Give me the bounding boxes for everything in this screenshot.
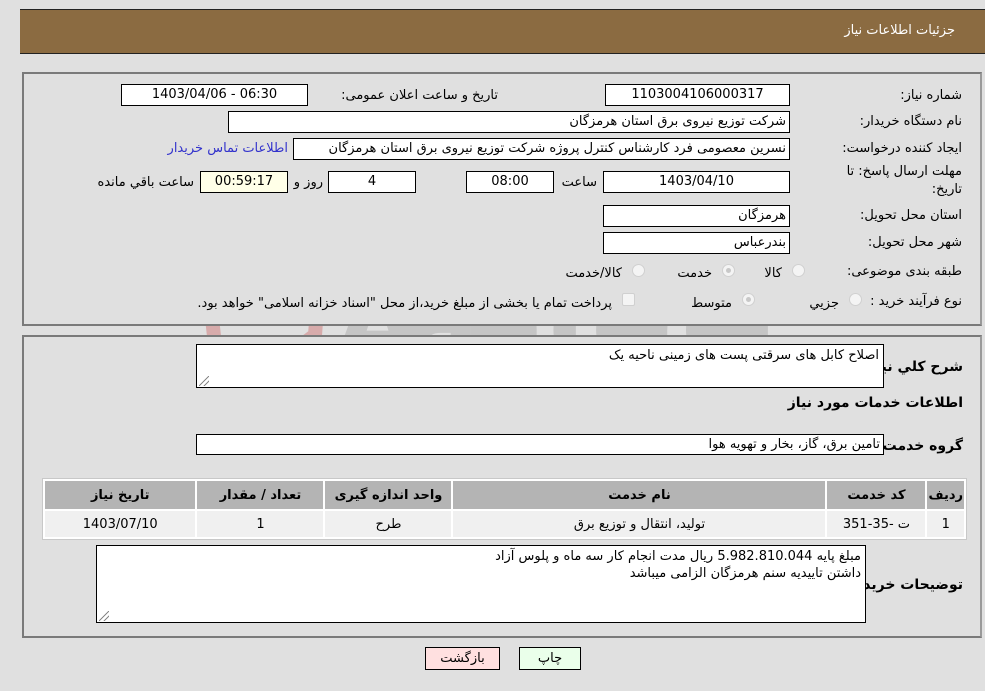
table-header-row: ردیف کد خدمت نام خدمت واحد اندازه گیری ت… — [45, 481, 964, 509]
col-header-row-number: ردیف — [927, 481, 964, 509]
announce-date-label: تاریخ و ساعت اعلان عمومی: — [341, 88, 498, 103]
service-group-field: تامین برق، گاز، بخار و تهویه هوا — [196, 434, 884, 455]
creator-field: نسرین معصومی فرد کارشناس کنترل پروژه شرک… — [293, 138, 790, 160]
category-radio-goods[interactable] — [792, 264, 805, 277]
category-option-goods: کالا — [764, 266, 782, 281]
cell-service-code: ت -35-351 — [827, 511, 926, 537]
category-radio-goods-service[interactable] — [632, 264, 645, 277]
summary-text: اصلاح کابل های سرقتی پست های زمینی ناحیه… — [608, 348, 879, 363]
services-section-title: اطلاعات خدمات مورد نیاز — [787, 395, 963, 411]
province-label: استان محل تحویل: — [860, 208, 962, 223]
need-details-panel: شماره نیاز: 1103004106000317 تاریخ و ساع… — [22, 72, 982, 326]
page-header: جزئیات اطلاعات نیاز — [20, 9, 985, 54]
need-number-label: شماره نیاز: — [900, 88, 962, 103]
category-option-service: خدمت — [677, 266, 712, 281]
need-number-field: 1103004106000317 — [605, 84, 790, 106]
col-header-service-code: کد خدمت — [827, 481, 926, 509]
process-option-medium: متوسط — [691, 296, 732, 311]
buyer-org-field: شرکت توزیع نیروی برق استان هرمزگان — [228, 111, 790, 133]
city-label: شهر محل تحویل: — [867, 235, 962, 250]
col-header-unit: واحد اندازه گیری — [325, 481, 452, 509]
page-title: جزئیات اطلاعات نیاز — [844, 23, 955, 38]
cell-unit: طرح — [325, 511, 452, 537]
buyer-contact-link[interactable]: اطلاعات تماس خریدار — [168, 141, 288, 156]
cell-service-name: تولید، انتقال و توزیع برق — [453, 511, 826, 537]
col-header-service-name: نام خدمت — [453, 481, 826, 509]
remaining-time-label: ساعت باقي مانده — [97, 175, 194, 190]
cell-need-date: 1403/07/10 — [45, 511, 196, 537]
buyer-notes-line2: داشتن تاییدیه سنم هرمزگان الزامی میباشد — [629, 566, 861, 581]
cell-quantity: 1 — [197, 511, 324, 537]
category-option-goods-service: کالا/خدمت — [565, 266, 622, 281]
services-table: ردیف کد خدمت نام خدمت واحد اندازه گیری ت… — [42, 478, 967, 540]
table-row: 1 ت -35-351 تولید، انتقال و توزیع برق طر… — [45, 511, 964, 537]
summary-textarea[interactable]: اصلاح کابل های سرقتی پست های زمینی ناحیه… — [196, 344, 884, 388]
buyer-org-label: نام دستگاه خریدار: — [859, 114, 962, 129]
process-radio-minor[interactable] — [849, 293, 862, 306]
days-remaining-field: 4 — [328, 171, 416, 193]
print-button[interactable]: چاپ — [519, 647, 581, 670]
buyer-notes-textarea[interactable]: مبلغ پایه 5.982.810.044 ریال مدت انجام ک… — [96, 545, 866, 623]
deadline-date-field: 1403/04/10 — [603, 171, 790, 193]
province-field: هرمزگان — [603, 205, 790, 227]
col-header-quantity: تعداد / مقدار — [197, 481, 324, 509]
process-type-label: نوع فرآیند خرید : — [870, 294, 962, 309]
days-label: روز و — [293, 175, 323, 190]
category-label: طبقه بندی موضوعی: — [846, 264, 962, 279]
deadline-time-label: ساعت — [561, 175, 597, 190]
back-button[interactable]: بازگشت — [425, 647, 500, 670]
col-header-need-date: تاریخ نیاز — [45, 481, 196, 509]
buyer-notes-line1: مبلغ پایه 5.982.810.044 ریال مدت انجام ک… — [495, 549, 861, 564]
creator-label: ایجاد کننده درخواست: — [842, 141, 962, 156]
cell-row-number: 1 — [927, 511, 964, 537]
process-option-minor: جزيي — [809, 296, 839, 311]
resize-grip-icon[interactable] — [199, 376, 209, 386]
deadline-label-line2: تاریخ: — [931, 182, 962, 197]
service-group-label: گروه خدمت: — [877, 438, 963, 454]
resize-grip-icon[interactable] — [99, 611, 109, 621]
category-radio-service[interactable] — [722, 264, 735, 277]
remaining-time-field: 00:59:17 — [200, 171, 288, 193]
services-panel: شرح کلي نياز: اصلاح کابل های سرقتی پست ه… — [22, 335, 982, 638]
treasury-checkbox[interactable] — [622, 293, 635, 306]
deadline-label-line1: مهلت ارسال پاسخ: تا — [846, 164, 962, 179]
treasury-note: پرداخت تمام یا بخشی از مبلغ خرید،از محل … — [197, 296, 612, 311]
process-radio-medium[interactable] — [742, 293, 755, 306]
city-field: بندرعباس — [603, 232, 790, 254]
announce-date-field: 1403/04/06 - 06:30 — [121, 84, 308, 106]
deadline-time-field: 08:00 — [466, 171, 554, 193]
